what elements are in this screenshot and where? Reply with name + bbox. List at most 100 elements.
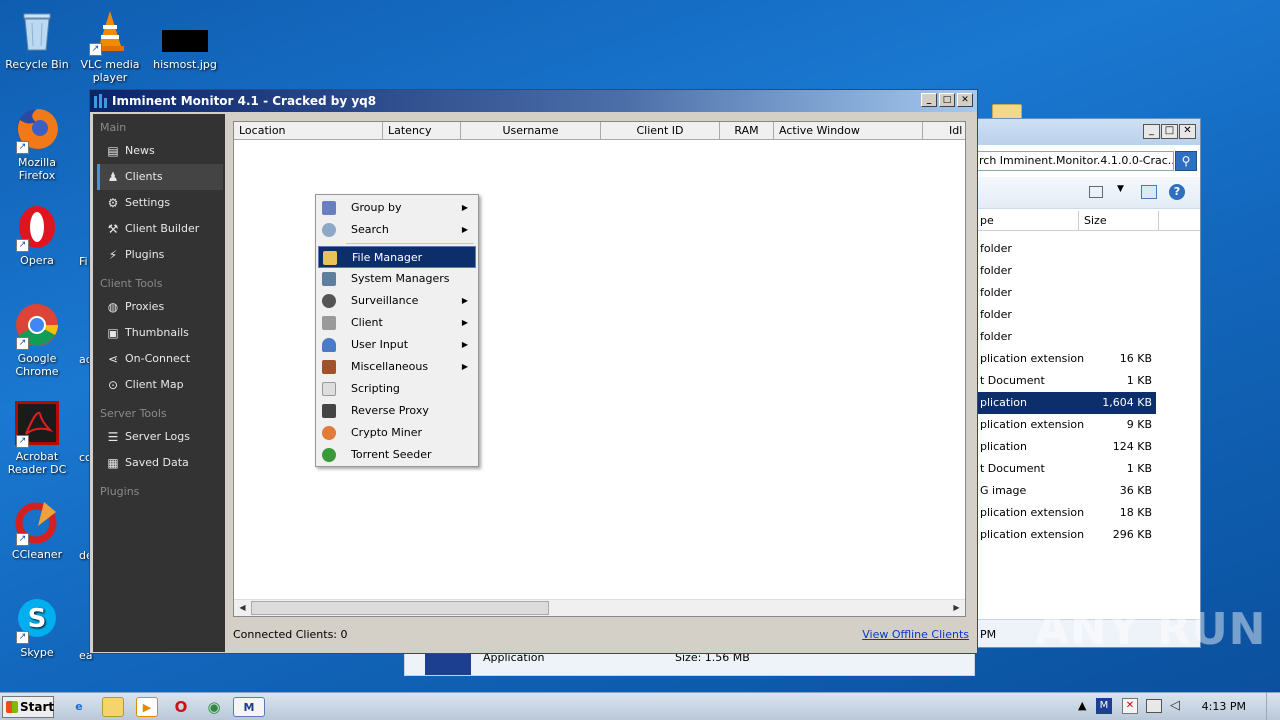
column-header-active-window[interactable]: Active Window [774, 122, 923, 139]
column-header-location[interactable]: Location [234, 122, 383, 139]
chrome-icon[interactable]: ◉ [203, 697, 225, 717]
maximize-button[interactable]: □ [1161, 124, 1178, 139]
explorer-file-row[interactable]: plication extension 9 KB [976, 414, 1200, 436]
sidebar-item-news[interactable]: ▤ News [97, 138, 223, 164]
torrent-icon [322, 448, 336, 462]
menu-item-system-managers[interactable]: System Managers [318, 268, 476, 290]
explorer-file-row[interactable]: folder [976, 238, 1200, 260]
column-header-idle[interactable]: Idl [923, 122, 965, 139]
explorer-file-row[interactable]: plication 1,604 KB [976, 392, 1156, 414]
horizontal-scrollbar[interactable]: ◀ ▶ [234, 599, 965, 616]
desktop-icon-vlc[interactable]: ↗ VLC media player [73, 8, 147, 84]
sidebar-item-on-connect[interactable]: ⋖ On-Connect [97, 346, 223, 372]
sidebar-item-label: Server Logs [125, 430, 190, 443]
sidebar-item-client-builder[interactable]: ⚒ Client Builder [97, 216, 223, 242]
sidebar-item-server-logs[interactable]: ☰ Server Logs [97, 424, 223, 450]
explorer-search-input[interactable]: rch Imminent.Monitor.4.1.0.0-Crac... [976, 151, 1174, 171]
opera-icon[interactable]: O [170, 697, 192, 717]
menu-item-label: Group by [351, 201, 402, 214]
desktop-icon-opera[interactable]: ↗ Opera [0, 204, 74, 267]
network-icon[interactable] [1146, 699, 1162, 713]
show-desktop-button[interactable] [1266, 693, 1280, 720]
media-player-icon[interactable]: ▶ [136, 697, 158, 717]
column-header-latency[interactable]: Latency [383, 122, 461, 139]
user-icon [322, 338, 336, 352]
explorer-file-row[interactable]: folder [976, 326, 1200, 348]
explorer-file-row[interactable]: t Document 1 KB [976, 370, 1200, 392]
sidebar-item-client-map[interactable]: ⊙ Client Map [97, 372, 223, 398]
imminent-monitor-window[interactable]: Imminent Monitor 4.1 - Cracked by yq8 _ … [89, 89, 978, 654]
desktop-icon-hismost[interactable]: hismost.jpg [148, 8, 222, 71]
menu-item-miscellaneous[interactable]: Miscellaneous ▶ [318, 356, 476, 378]
menu-item-user-input[interactable]: User Input ▶ [318, 334, 476, 356]
column-header-ram[interactable]: RAM [720, 122, 774, 139]
scroll-left-icon[interactable]: ◀ [235, 601, 250, 615]
explorer-file-row[interactable]: G image 36 KB [976, 480, 1200, 502]
action-center-icon[interactable]: ✕ [1122, 698, 1138, 714]
desktop-icon-chrome[interactable]: ↗ Google Chrome [0, 302, 74, 378]
map-pin-icon: ⊙ [107, 378, 119, 392]
view-options-icon[interactable] [1089, 186, 1103, 198]
chevron-down-icon[interactable]: ▼ [1117, 184, 1124, 194]
sidebar-item-clients[interactable]: ♟ Clients [97, 164, 223, 190]
close-button[interactable]: ✕ [957, 93, 973, 107]
explorer-file-row[interactable]: plication 124 KB [976, 436, 1200, 458]
close-button[interactable]: ✕ [1179, 124, 1196, 139]
column-header-username[interactable]: Username [461, 122, 601, 139]
help-icon[interactable]: ? [1169, 184, 1185, 200]
scrollbar-thumb[interactable] [251, 601, 549, 615]
window-titlebar[interactable]: Imminent Monitor 4.1 - Cracked by yq8 [90, 90, 977, 112]
menu-item-file-manager[interactable]: File Manager [318, 246, 476, 268]
menu-item-reverse-proxy[interactable]: Reverse Proxy [318, 400, 476, 422]
menu-item-search[interactable]: Search ▶ [318, 219, 476, 241]
explorer-file-row[interactable]: folder [976, 282, 1200, 304]
menu-item-crypto-miner[interactable]: Crypto Miner [318, 422, 476, 444]
desktop-icon-firefox[interactable]: ↗ Mozilla Firefox [0, 106, 74, 182]
explorer-file-row[interactable]: t Document 1 KB [976, 458, 1200, 480]
imminent-monitor-taskbar-button[interactable]: M [233, 697, 265, 717]
desktop-icon-label: Recycle Bin [5, 58, 69, 71]
desktop-icon-recycle-bin[interactable]: Recycle Bin [0, 8, 74, 71]
menu-item-torrent-seeder[interactable]: Torrent Seeder [318, 444, 476, 466]
show-hidden-icons-icon[interactable]: ▲ [1078, 699, 1086, 712]
explorer-file-row[interactable]: folder [976, 304, 1200, 326]
imminent-tray-icon[interactable]: M [1096, 698, 1112, 714]
type-column-header[interactable]: pe [980, 214, 994, 227]
sidebar-item-plugins[interactable]: ⚡ Plugins [97, 242, 223, 268]
menu-item-surveillance[interactable]: Surveillance ▶ [318, 290, 476, 312]
column-header-client-id[interactable]: Client ID [601, 122, 720, 139]
sidebar-item-thumbnails[interactable]: ▣ Thumbnails [97, 320, 223, 346]
sidebar-item-settings[interactable]: ⚙ Settings [97, 190, 223, 216]
menu-item-client[interactable]: Client ▶ [318, 312, 476, 334]
minimize-button[interactable]: _ [921, 93, 937, 107]
desktop-icon-acrobat[interactable]: ↗ Acrobat Reader DC [0, 400, 74, 476]
internet-explorer-icon[interactable]: e [68, 697, 90, 717]
system-clock[interactable]: 4:13 PM [1202, 700, 1246, 713]
start-button[interactable]: Start [2, 696, 54, 718]
desktop-icon-skype[interactable]: S ↗ Skype [0, 596, 74, 659]
scroll-right-icon[interactable]: ▶ [949, 601, 964, 615]
explorer-file-row[interactable]: plication extension 16 KB [976, 348, 1200, 370]
explorer-file-row[interactable]: plication extension 296 KB [976, 524, 1200, 546]
menu-item-group-by[interactable]: Group by ▶ [318, 197, 476, 219]
search-icon[interactable]: ⚲ [1175, 151, 1197, 171]
anyrun-watermark: ANY RUN [1035, 604, 1267, 655]
sidebar-item-proxies[interactable]: ◍ Proxies [97, 294, 223, 320]
menu-item-label: Crypto Miner [351, 426, 423, 439]
preview-pane-icon[interactable] [1141, 185, 1157, 199]
minimize-button[interactable]: _ [1143, 124, 1160, 139]
document-icon [322, 382, 336, 396]
file-type: plication extension [980, 506, 1085, 519]
view-offline-clients-link[interactable]: View Offline Clients [862, 628, 969, 641]
volume-icon[interactable]: ◁ [1170, 698, 1180, 713]
maximize-button[interactable]: □ [939, 93, 955, 107]
explorer-file-row[interactable]: plication extension 18 KB [976, 502, 1200, 524]
explorer-file-row[interactable]: folder [976, 260, 1200, 282]
sidebar-item-saved-data[interactable]: ▦ Saved Data [97, 450, 223, 476]
menu-item-scripting[interactable]: Scripting [318, 378, 476, 400]
share-icon: ⋖ [107, 352, 119, 366]
file-explorer-icon[interactable] [102, 697, 124, 717]
desktop-icon-ccleaner[interactable]: ↗ CCleaner [0, 498, 74, 561]
explorer-window[interactable]: _ □ ✕ rch Imminent.Monitor.4.1.0.0-Crac.… [975, 118, 1201, 648]
size-column-header[interactable]: Size [1084, 214, 1107, 227]
